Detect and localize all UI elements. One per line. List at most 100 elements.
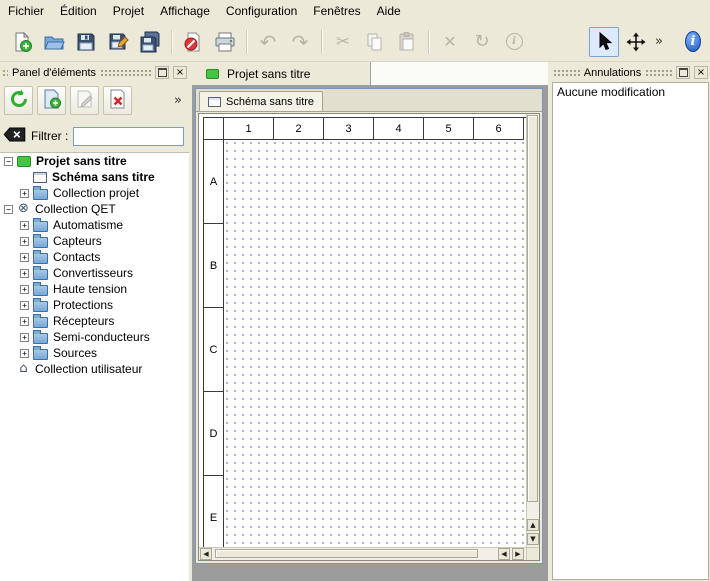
tree-item-automatisme[interactable]: + Automatisme <box>0 217 189 233</box>
column-header: 3 <box>324 118 374 140</box>
tree-item-qet-collection[interactable]: − ⊗ Collection QET <box>0 201 189 217</box>
tree-item-protections[interactable]: + Protections <box>0 297 189 313</box>
diagram-view: 1 2 3 4 5 6 A B C D E <box>198 113 540 561</box>
element-info-button[interactable]: i <box>499 27 529 57</box>
tree-item-convertisseurs[interactable]: + Convertisseurs <box>0 265 189 281</box>
dock-float-button[interactable] <box>676 66 690 79</box>
cut-button[interactable]: ✂ <box>328 27 358 57</box>
new-project-button[interactable] <box>7 27 37 57</box>
diagram-frame: 1 2 3 4 5 6 A B C D E <box>203 117 526 547</box>
row-header: D <box>204 392 224 476</box>
redo-button[interactable]: ↷ <box>285 27 315 57</box>
expand-icon[interactable]: + <box>20 285 29 294</box>
menu-aide[interactable]: Aide <box>369 1 409 21</box>
save-icon <box>75 31 97 53</box>
row-header: B <box>204 224 224 308</box>
new-element-button[interactable] <box>37 86 66 115</box>
scroll-right-button[interactable]: ▶ <box>512 548 524 560</box>
scroll-up-button[interactable]: ▲ <box>527 519 539 531</box>
tree-item-project[interactable]: − Projet sans titre <box>0 153 189 169</box>
delete-element-button[interactable] <box>103 86 132 115</box>
tree-item-label: Capteurs <box>53 234 102 248</box>
horizontal-scrollbar[interactable]: ◀ ◀ ▶ <box>199 547 526 560</box>
horizontal-scroll-thumb[interactable] <box>215 549 478 558</box>
rotate-button[interactable]: ↻ <box>467 27 497 57</box>
panel-toolbar-overflow-chevron[interactable]: » <box>171 93 185 108</box>
tree-item-capteurs[interactable]: + Capteurs <box>0 233 189 249</box>
folder-icon <box>33 253 48 264</box>
toolbar-overflow-chevron[interactable]: » <box>652 34 666 49</box>
column-header: 4 <box>374 118 424 140</box>
diagram-icon <box>33 172 47 183</box>
diagram-tabbar: Schéma sans titre <box>196 89 542 112</box>
collapse-icon[interactable]: − <box>4 205 13 214</box>
print-button[interactable] <box>210 27 240 57</box>
edit-element-button[interactable] <box>70 86 99 115</box>
diagram-tab-label: Schéma sans titre <box>226 96 314 108</box>
menu-fenetres[interactable]: Fenêtres <box>305 1 368 21</box>
expand-icon[interactable]: + <box>20 221 29 230</box>
tree-item-haute-tension[interactable]: + Haute tension <box>0 281 189 297</box>
menu-projet[interactable]: Projet <box>105 1 152 21</box>
tree-item-recepteurs[interactable]: + Récepteurs <box>0 313 189 329</box>
save-all-button[interactable] <box>135 27 165 57</box>
select-mode-button[interactable] <box>589 27 619 57</box>
vertical-scroll-thumb[interactable] <box>527 115 538 502</box>
move-mode-button[interactable] <box>621 27 651 57</box>
project-icon <box>206 69 219 79</box>
expand-icon[interactable]: + <box>20 253 29 262</box>
tree-item-semi-conducteurs[interactable]: + Semi-conducteurs <box>0 329 189 345</box>
dock-close-button[interactable]: × <box>173 66 187 79</box>
filter-input[interactable] <box>73 127 184 146</box>
delete-button[interactable]: ✕ <box>435 27 465 57</box>
diagram-tab[interactable]: Schéma sans titre <box>199 91 323 111</box>
scroll-down-button[interactable]: ▼ <box>527 533 539 545</box>
expand-icon[interactable]: + <box>20 349 29 358</box>
tree-item-diagram[interactable]: Schéma sans titre <box>0 169 189 185</box>
collapse-icon[interactable]: − <box>4 157 13 166</box>
vertical-scrollbar[interactable]: ▲ ▼ <box>526 114 539 547</box>
expand-icon[interactable]: + <box>20 333 29 342</box>
menu-edition[interactable]: Édition <box>52 1 105 21</box>
expand-icon[interactable]: + <box>20 301 29 310</box>
open-folder-icon <box>43 31 65 53</box>
save-button[interactable] <box>71 27 101 57</box>
tree-item-sources[interactable]: + Sources <box>0 345 189 361</box>
elements-panel-titlebar[interactable]: Panel d'éléments × <box>2 65 187 80</box>
reload-collections-button[interactable] <box>4 86 33 115</box>
scroll-right-icon: ▶ <box>515 550 520 558</box>
expand-icon[interactable]: + <box>20 269 29 278</box>
menu-fichier[interactable]: Fichier <box>0 1 52 21</box>
tree-item-project-collection[interactable]: + Collection projet <box>0 185 189 201</box>
main-toolbar: ↶ ↷ ✂ ✕ ↻ i » <box>0 22 710 62</box>
close-file-button[interactable] <box>178 27 208 57</box>
dock-close-button[interactable]: × <box>694 66 708 79</box>
undo-button[interactable]: ↶ <box>253 27 283 57</box>
save-all-icon <box>139 31 161 53</box>
diagram-canvas[interactable]: 1 2 3 4 5 6 A B C D E <box>199 114 526 547</box>
column-header: 6 <box>474 118 524 140</box>
menu-affichage[interactable]: Affichage <box>152 1 218 21</box>
scroll-left-button-2[interactable]: ◀ <box>498 548 510 560</box>
undo-dock-titlebar[interactable]: Annulations × <box>553 65 708 80</box>
open-project-button[interactable] <box>39 27 69 57</box>
refresh-icon <box>8 88 30 113</box>
dock-float-button[interactable] <box>155 66 169 79</box>
expand-icon[interactable]: + <box>20 189 29 198</box>
tree-item-label: Automatisme <box>53 218 123 232</box>
scroll-left-button[interactable]: ◀ <box>200 548 212 560</box>
expand-icon[interactable]: + <box>20 237 29 246</box>
save-as-button[interactable] <box>103 27 133 57</box>
menu-configuration[interactable]: Configuration <box>218 1 305 21</box>
paste-icon <box>396 31 418 53</box>
clear-filter-button[interactable] <box>3 127 26 145</box>
menu-bar: Fichier Édition Projet Affichage Configu… <box>0 0 710 22</box>
paste-button[interactable] <box>392 27 422 57</box>
expand-icon[interactable]: + <box>20 317 29 326</box>
about-button[interactable]: i <box>685 27 709 57</box>
copy-button[interactable] <box>360 27 390 57</box>
project-tab[interactable]: Projet sans titre <box>192 62 371 85</box>
info-icon: i <box>506 33 523 50</box>
tree-item-user-collection[interactable]: ⌂ Collection utilisateur <box>0 361 189 377</box>
tree-item-contacts[interactable]: + Contacts <box>0 249 189 265</box>
